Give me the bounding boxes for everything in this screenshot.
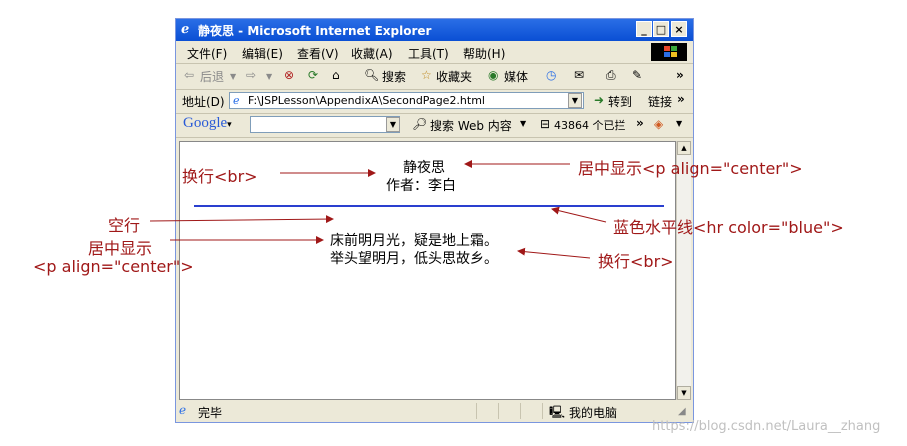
poem-author: 作者：李白 bbox=[386, 178, 456, 194]
status-zone-text: 我的电脑 bbox=[569, 406, 618, 420]
computer-icon: 🖳︎ bbox=[549, 405, 566, 419]
status-zone-cell: 🖳︎ 我的电脑 bbox=[542, 403, 693, 420]
page-icon: ℯ bbox=[233, 94, 240, 107]
media-button-label[interactable]: 媒体 bbox=[504, 68, 528, 85]
annotation-center-left-2: <p align="center"> bbox=[33, 257, 194, 276]
scroll-up-icon[interactable]: ▲ bbox=[677, 141, 691, 155]
popup-blocker-icon[interactable]: ⊟ bbox=[540, 117, 550, 131]
go-arrow-icon[interactable]: ➜ bbox=[594, 93, 604, 107]
back-arrow-icon[interactable]: ⇦ bbox=[184, 68, 194, 82]
google-search-dropdown-icon[interactable]: ▼ bbox=[386, 117, 400, 132]
google-search-dropdown-icon-2[interactable]: ▼ bbox=[520, 119, 526, 128]
google-options-dropdown-icon[interactable]: ▼ bbox=[676, 119, 682, 128]
refresh-icon[interactable]: ⟳ bbox=[308, 68, 318, 82]
menu-file[interactable]: 文件(F) bbox=[187, 45, 227, 62]
annotation-br-left: 换行<br> bbox=[182, 167, 258, 186]
resize-grip-icon[interactable]: ◢ bbox=[678, 406, 686, 417]
menu-favorites[interactable]: 收藏(A) bbox=[351, 45, 393, 62]
address-label: 地址(D) bbox=[182, 95, 225, 109]
search-button-label[interactable]: 搜索 bbox=[382, 68, 406, 85]
forward-arrow-icon[interactable]: ⇨ bbox=[246, 68, 256, 82]
media-icon[interactable]: ◉ bbox=[488, 68, 498, 82]
google-logo-text: Google bbox=[183, 115, 228, 131]
mail-icon[interactable]: ✉ bbox=[574, 68, 584, 82]
menu-bar: 文件(F) 编辑(E) 查看(V) 收藏(A) 工具(T) 帮助(H) bbox=[176, 41, 693, 64]
status-bar: ℯ 完毕 🖳︎ 我的电脑 ◢ bbox=[176, 401, 693, 422]
scroll-down-icon[interactable]: ▼ bbox=[677, 386, 691, 400]
annotation-br-right: 换行<br> bbox=[598, 252, 674, 271]
ie-logo-icon: ℯ bbox=[181, 22, 190, 37]
back-button-label[interactable]: 后退 bbox=[200, 68, 224, 85]
maximize-button[interactable]: □ bbox=[653, 21, 669, 37]
popup-blocked-count[interactable]: 43864 个已拦 bbox=[554, 117, 626, 133]
address-value: F:\JSPLesson\AppendixA\SecondPage2.html bbox=[248, 94, 485, 107]
minimize-button[interactable]: _ bbox=[636, 21, 652, 37]
annotation-blank-line: 空行 bbox=[108, 216, 141, 235]
google-search-icon[interactable]: 🔎︎ bbox=[412, 117, 427, 131]
google-options-icon[interactable]: ◈ bbox=[654, 117, 663, 131]
links-label[interactable]: 链接 bbox=[648, 93, 672, 110]
google-dropdown-icon[interactable]: ▾ bbox=[227, 119, 232, 129]
address-input[interactable]: ℯ F:\JSPLesson\AppendixA\SecondPage2.htm… bbox=[229, 92, 584, 109]
toolbar-more-icon[interactable]: » bbox=[676, 68, 684, 82]
history-icon[interactable]: ◷ bbox=[546, 68, 556, 82]
google-search-web-label[interactable]: 搜索 Web 内容 bbox=[430, 117, 512, 134]
annotation-hr: 蓝色水平线<hr color="blue"> bbox=[613, 218, 844, 237]
status-cell bbox=[520, 403, 541, 419]
window-title: 静夜思 - Microsoft Internet Explorer bbox=[198, 24, 432, 38]
print-icon[interactable]: ⎙ bbox=[606, 68, 616, 83]
menu-edit[interactable]: 编辑(E) bbox=[242, 45, 283, 62]
google-search-input[interactable] bbox=[250, 116, 400, 133]
address-bar: 地址(D) ℯ F:\JSPLesson\AppendixA\SecondPag… bbox=[176, 89, 693, 114]
poem-line-2: 举头望明月，低头思故乡。 bbox=[330, 251, 498, 267]
watermark: https://blog.csdn.net/Laura__zhang bbox=[652, 419, 881, 434]
blue-horizontal-rule bbox=[194, 205, 664, 207]
search-icon[interactable]: 🔍︎ bbox=[364, 68, 379, 82]
status-cell bbox=[498, 403, 519, 419]
google-more-icon[interactable]: » bbox=[636, 116, 644, 130]
page-done-icon: ℯ bbox=[179, 403, 187, 417]
links-more-icon[interactable]: » bbox=[677, 92, 685, 106]
menu-view[interactable]: 查看(V) bbox=[297, 45, 339, 62]
stop-icon[interactable]: ⊗ bbox=[284, 68, 294, 82]
favorites-button-label[interactable]: 收藏夹 bbox=[436, 68, 472, 85]
go-button-label[interactable]: 转到 bbox=[608, 93, 632, 110]
poem-line-1: 床前明月光，疑是地上霜。 bbox=[330, 233, 498, 249]
poem-title: 静夜思 bbox=[403, 160, 445, 176]
back-dropdown-icon[interactable]: ▼ bbox=[230, 72, 236, 81]
annotation-center-right: 居中显示<p align="center"> bbox=[578, 159, 803, 178]
status-text: 完毕 bbox=[198, 406, 223, 420]
menu-help[interactable]: 帮助(H) bbox=[463, 45, 505, 62]
standard-toolbar: ⇦ 后退 ▼ ⇨ ▼ ⊗ ⟳ ⌂ 🔍︎ 搜索 ☆ 收藏夹 ◉ 媒体 ◷ ✉ ⎙ … bbox=[176, 63, 693, 90]
status-cell bbox=[476, 403, 497, 419]
google-logo[interactable]: Google▾ bbox=[183, 115, 232, 132]
google-toolbar: Google▾ ▼ 🔎︎ 搜索 Web 内容 ▼ ⊟ 43864 个已拦 » ◈… bbox=[176, 113, 693, 138]
vertical-scrollbar[interactable]: ▲ ▼ bbox=[676, 141, 691, 400]
close-button[interactable]: × bbox=[671, 21, 687, 37]
annotation-center-left-1: 居中显示 bbox=[88, 239, 153, 258]
forward-dropdown-icon[interactable]: ▼ bbox=[266, 72, 272, 81]
title-bar[interactable]: ℯ 静夜思 - Microsoft Internet Explorer _ □ … bbox=[176, 19, 693, 41]
edit-icon[interactable]: ✎ bbox=[632, 68, 642, 82]
home-icon[interactable]: ⌂ bbox=[332, 68, 340, 82]
favorites-icon[interactable]: ☆ bbox=[421, 68, 432, 82]
menu-tools[interactable]: 工具(T) bbox=[408, 45, 449, 62]
address-dropdown-icon[interactable]: ▼ bbox=[568, 93, 582, 108]
windows-logo-icon bbox=[651, 43, 687, 61]
